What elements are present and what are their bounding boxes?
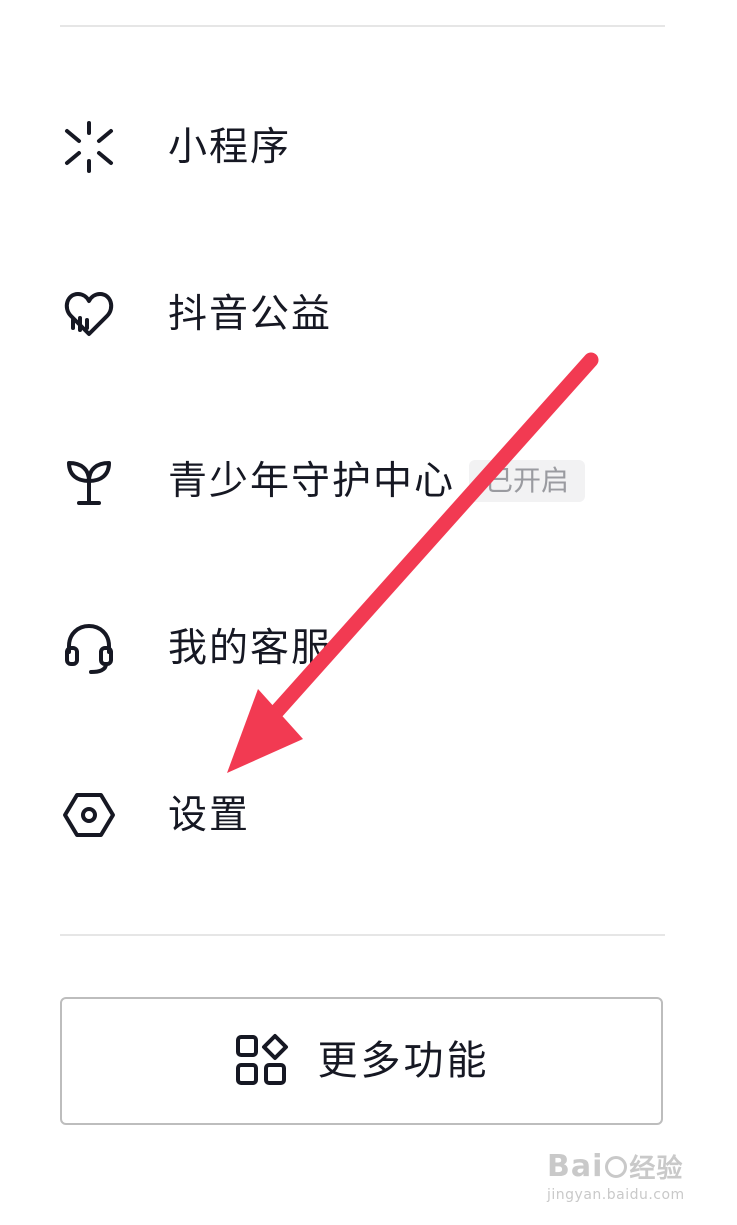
charity-heart-icon — [56, 281, 122, 347]
watermark-brand: Bai — [547, 1149, 604, 1184]
menu-item-label: 小程序 — [168, 124, 292, 170]
menu-item-mini-program[interactable]: 小程序 — [56, 97, 676, 197]
menu-item-youth-protection[interactable]: 青少年守护中心 已开启 — [56, 431, 676, 531]
more-features-button[interactable]: 更多功能 — [60, 997, 663, 1125]
settings-hexagon-icon — [56, 782, 122, 848]
watermark-url: jingyan.baidu.com — [547, 1187, 685, 1203]
paw-icon — [605, 1155, 628, 1178]
menu-item-settings[interactable]: 设置 — [56, 765, 676, 865]
menu-item-label: 抖音公益 — [168, 291, 333, 337]
menu-item-label: 青少年守护中心 — [168, 458, 456, 504]
grid-apps-icon — [234, 1033, 290, 1089]
bottom-divider — [60, 934, 665, 936]
menu-item-customer-service[interactable]: 我的客服 — [56, 598, 676, 698]
sprout-icon — [56, 448, 122, 514]
watermark-brand-suffix: 经验 — [629, 1154, 684, 1184]
more-features-label: 更多功能 — [317, 1038, 490, 1084]
headset-icon — [56, 615, 122, 681]
menu-item-charity[interactable]: 抖音公益 — [56, 264, 676, 364]
baidu-jingyan-watermark: Bai 经验 jingyan.baidu.com — [547, 1148, 697, 1210]
status-badge: 已开启 — [469, 460, 586, 502]
menu-item-label: 我的客服 — [168, 625, 333, 671]
top-divider — [60, 25, 665, 27]
mini-program-icon — [56, 114, 122, 180]
menu-item-label: 设置 — [168, 792, 251, 838]
